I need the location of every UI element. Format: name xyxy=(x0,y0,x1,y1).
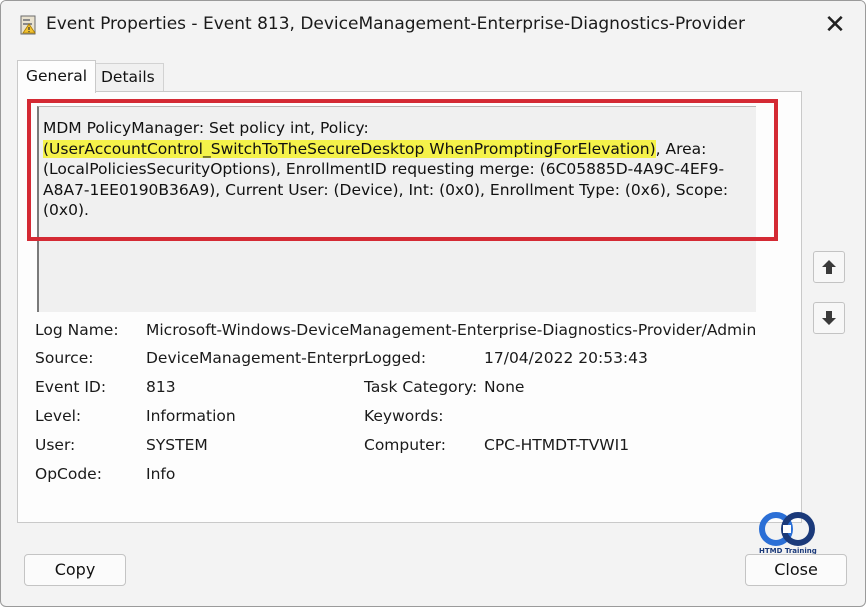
event-log-icon xyxy=(20,15,36,35)
logged-label: Logged: xyxy=(364,349,427,367)
user-label: User: xyxy=(35,436,76,454)
task-category-value[interactable]: None xyxy=(484,378,524,396)
source-value[interactable]: DeviceManagement-Enterpri xyxy=(146,349,369,367)
title-bar: Event Properties - Event 813, DeviceMana… xyxy=(1,1,865,51)
copy-button[interactable]: Copy xyxy=(24,554,126,586)
computer-label: Computer: xyxy=(364,436,447,454)
source-label: Source: xyxy=(35,349,94,367)
event-id-label: Event ID: xyxy=(35,378,107,396)
log-name-label: Log Name: xyxy=(35,321,119,339)
close-button[interactable]: Close xyxy=(745,554,847,586)
highlighted-policy-name: (UserAccountControl_SwitchToTheSecureDes… xyxy=(43,139,656,158)
level-label: Level: xyxy=(35,407,82,425)
task-category-label: Task Category: xyxy=(364,378,478,396)
previous-event-button[interactable] xyxy=(813,251,845,283)
description-text-start: MDM PolicyManager: Set policy int, Polic… xyxy=(43,119,369,137)
tab-details[interactable]: Details xyxy=(92,63,164,91)
opcode-value[interactable]: Info xyxy=(146,465,175,483)
event-id-value[interactable]: 813 xyxy=(146,378,176,396)
next-event-button[interactable] xyxy=(813,302,845,334)
event-description: MDM PolicyManager: Set policy int, Polic… xyxy=(43,118,753,221)
window-title: Event Properties - Event 813, DeviceMana… xyxy=(46,14,745,34)
user-value[interactable]: SYSTEM xyxy=(146,436,208,454)
log-name-value[interactable]: Microsoft-Windows-DeviceManagement-Enter… xyxy=(146,321,756,339)
level-value[interactable]: Information xyxy=(146,407,236,425)
tab-general[interactable]: General xyxy=(17,60,97,93)
logged-value[interactable]: 17/04/2022 20:53:43 xyxy=(484,349,648,367)
event-properties-window: Event Properties - Event 813, DeviceMana… xyxy=(0,0,866,607)
computer-value[interactable]: CPC-HTMDT-TVWI1 xyxy=(484,436,629,454)
close-window-icon[interactable]: ✕ xyxy=(819,9,851,41)
opcode-label: OpCode: xyxy=(35,465,102,483)
keywords-label: Keywords: xyxy=(364,407,444,425)
